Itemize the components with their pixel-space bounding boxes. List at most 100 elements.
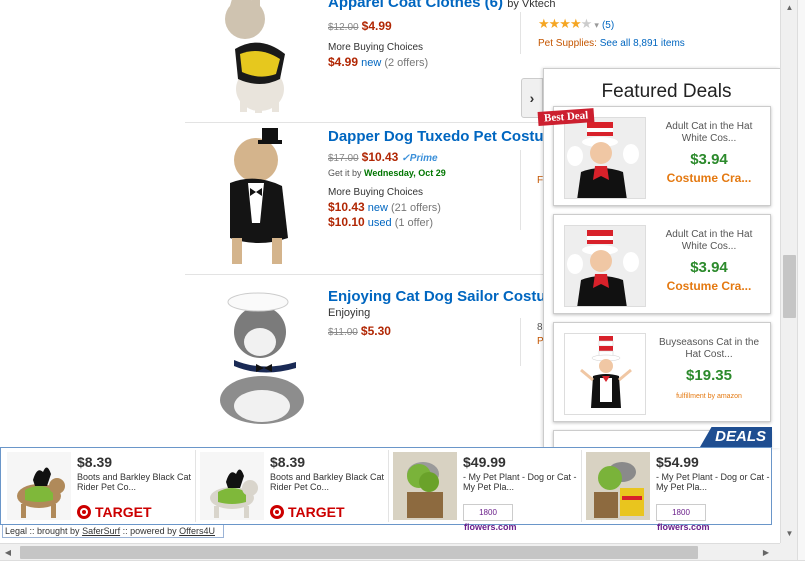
deal-price: $3.94	[690, 151, 728, 168]
ad-image	[200, 452, 264, 520]
result-divider	[185, 274, 545, 275]
product-info: Apparel Coat Clothes (6) by Vktech $12.0…	[328, 0, 558, 70]
product-brand: by Vktech	[507, 0, 556, 10]
result-divider	[185, 122, 545, 123]
ad-description: - My Pet Plant - Dog or Cat - My Pet Pla…	[656, 472, 770, 492]
scroll-up-arrow-icon[interactable]: ▲	[781, 0, 798, 16]
list-price: $11.00	[328, 327, 358, 338]
vertical-scroll-thumb[interactable]	[783, 255, 796, 318]
ad-item[interactable]: $8.39 Boots and Barkley Black Cat Rider …	[196, 450, 389, 522]
product-title[interactable]: Dapper Dog Tuxedo Pet Costume	[328, 128, 565, 146]
store-prefix: 1800	[479, 508, 497, 517]
buying-choices-label: More Buying Choices	[328, 187, 424, 198]
store-name: flowers.com	[464, 522, 517, 532]
offer-new-link[interactable]: new	[368, 202, 388, 214]
legal-footer: Legal :: brought by SaferSurf :: powered…	[2, 525, 224, 538]
product-image[interactable]	[200, 0, 325, 134]
ad-price: $49.99	[463, 454, 506, 470]
target-logo: TARGET	[77, 504, 152, 520]
ad-description: Boots and Barkley Black Cat Rider Pet Co…	[270, 472, 385, 492]
deal-store: Costume Cra...	[666, 279, 752, 293]
ad-price: $8.39	[77, 454, 113, 470]
star-rating-icon: ★★★★★	[538, 16, 592, 31]
product-info: Dapper Dog Tuxedo Pet Costume $17.00 $10…	[328, 128, 565, 230]
featured-deals-title: Featured Deals	[601, 81, 732, 102]
side-mark: 8	[537, 322, 543, 333]
offer-price: $4.99	[328, 55, 359, 69]
ad-price: $8.39	[270, 454, 306, 470]
product-info: Enjoying Cat Dog Sailor Costume Enjoying…	[328, 288, 567, 340]
deal-name: Adult Cat in the Hat White Cos...	[665, 229, 753, 252]
offer-price: $10.43	[328, 200, 365, 214]
target-bullseye-icon	[270, 505, 284, 519]
offer-new-link[interactable]: new	[361, 57, 381, 69]
sale-price: $5.30	[360, 324, 391, 338]
chevron-down-icon[interactable]: ▾	[594, 20, 599, 30]
product-title[interactable]: Enjoying Cat Dog Sailor Costume	[328, 288, 567, 306]
product-result: Enjoying Cat Dog Sailor Costume Enjoying…	[185, 288, 567, 436]
flowers-logo: 1800 flowers.com	[463, 504, 517, 532]
deals-badge[interactable]: DEALS	[700, 427, 772, 447]
ad-image	[586, 452, 650, 520]
offer-count[interactable]: (21 offers)	[391, 202, 441, 214]
target-logo: TARGET	[270, 504, 345, 520]
deal-image	[564, 225, 646, 307]
list-price: $12.00	[328, 22, 359, 33]
ad-item[interactable]: $8.39 Boots and Barkley Black Cat Rider …	[3, 450, 196, 522]
used-count[interactable]: (1 offer)	[395, 217, 433, 229]
deal-name: Adult Cat in the Hat White Cos...	[665, 121, 753, 144]
deal-card[interactable]: Buyseasons Cat in the Hat Cost... $19.35…	[553, 322, 771, 422]
rating-count[interactable]: (5)	[602, 20, 614, 31]
safersurf-link[interactable]: SaferSurf	[82, 526, 120, 536]
featured-deals-panel: Featured Deals Adult Cat in the Hat Whit…	[543, 68, 780, 448]
ad-image	[393, 452, 457, 520]
see-all-items-link[interactable]: See all 8,891 items	[600, 38, 685, 49]
window-frame	[797, 0, 805, 571]
chevron-right-icon: ›	[529, 90, 535, 106]
buying-choices-label: More Buying Choices	[328, 42, 424, 53]
category-link[interactable]: Pet Supplies: See all 8,891 items	[538, 38, 685, 49]
window-frame	[0, 560, 805, 571]
offers4u-link[interactable]: Offers4U	[179, 526, 215, 536]
scroll-left-arrow-icon[interactable]: ◀	[0, 544, 16, 561]
product-title[interactable]: Apparel Coat Clothes (6) by Vktech	[328, 0, 558, 13]
deals-ad-bar: $8.39 Boots and Barkley Black Cat Rider …	[0, 447, 775, 532]
deal-store: fulfillment by amazon	[676, 393, 742, 400]
product-image[interactable]	[200, 288, 325, 428]
legal-text: :: powered by	[120, 526, 180, 536]
ad-item[interactable]: $49.99 - My Pet Plant - Dog or Cat - My …	[389, 450, 582, 532]
browser-viewport: Apparel Coat Clothes (6) by Vktech $12.0…	[0, 0, 780, 543]
ad-image	[7, 452, 71, 520]
scroll-down-arrow-icon[interactable]: ▼	[781, 526, 798, 542]
used-price: $10.10	[328, 215, 365, 229]
deal-store: Costume Cra...	[666, 171, 752, 185]
list-price: $17.00	[328, 153, 359, 164]
legal-text: Legal :: brought by	[5, 526, 83, 536]
ad-item[interactable]: $54.99 - My Pet Plant - Dog or Cat - My …	[582, 450, 775, 532]
column-divider	[520, 318, 521, 366]
column-divider	[520, 12, 521, 54]
product-result: Dapper Dog Tuxedo Pet Costume $17.00 $10…	[185, 128, 565, 276]
store-name: TARGET	[288, 504, 345, 520]
sale-price: $4.99	[361, 19, 392, 33]
scroll-right-arrow-icon[interactable]: ▶	[758, 544, 774, 561]
ad-price: $54.99	[656, 454, 699, 470]
vertical-scrollbar[interactable]: ▲ ▼	[780, 0, 797, 543]
product-brand: Enjoying	[328, 307, 371, 319]
product-result: Apparel Coat Clothes (6) by Vktech $12.0…	[185, 0, 556, 142]
horizontal-scrollbar[interactable]: ◀ ▶	[0, 543, 780, 560]
product-rating[interactable]: ★★★★★ ▾ (5)	[538, 16, 614, 32]
flowers-logo: 1800 flowers.com	[656, 504, 710, 532]
deal-name: Buyseasons Cat in the Hat Cost...	[658, 337, 760, 360]
ad-description: Boots and Barkley Black Cat Rider Pet Co…	[77, 472, 192, 492]
store-prefix: 1800	[672, 508, 690, 517]
sale-price: $10.43	[361, 150, 399, 164]
offer-used-link[interactable]: used	[368, 217, 392, 229]
category-label: Pet Supplies:	[538, 38, 597, 49]
offer-count[interactable]: (2 offers)	[384, 57, 428, 69]
product-image[interactable]	[200, 128, 325, 268]
deal-card[interactable]: Adult Cat in the Hat White Cos... $3.94 …	[553, 214, 771, 314]
deal-price: $19.35	[686, 367, 732, 384]
deal-image	[564, 333, 646, 415]
horizontal-scroll-thumb[interactable]	[20, 546, 698, 559]
